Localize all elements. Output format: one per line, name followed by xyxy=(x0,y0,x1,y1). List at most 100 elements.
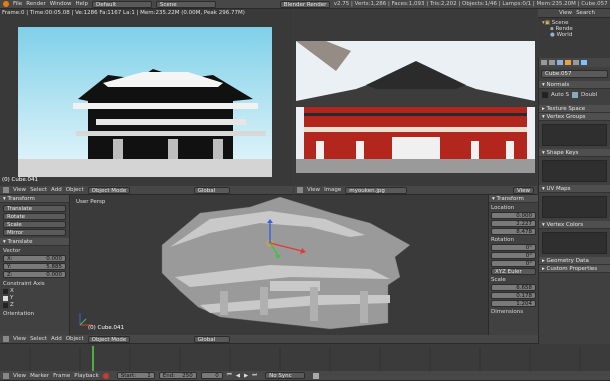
location-z-field[interactable]: 8.478 xyxy=(491,228,536,235)
layout-selector[interactable]: Default xyxy=(92,0,152,8)
menu-view[interactable]: View xyxy=(13,336,26,342)
location-y-field[interactable]: 2.227 xyxy=(491,220,536,227)
normals-panel-header[interactable]: ▾ Normals xyxy=(539,81,610,89)
end-frame-field[interactable]: End: 250 xyxy=(158,372,197,379)
rotate-button[interactable]: Rotate xyxy=(3,213,66,220)
vertex-colors-panel-header[interactable]: ▾ Vertex Colors xyxy=(539,221,610,229)
menu-view[interactable]: View xyxy=(13,373,26,379)
menu-playback[interactable]: Playback xyxy=(74,373,99,379)
menu-add[interactable]: Add xyxy=(51,336,62,342)
scale-x-field[interactable]: 6.658 xyxy=(491,284,536,291)
menu-marker[interactable]: Marker xyxy=(30,373,49,379)
uv-maps-list[interactable] xyxy=(542,196,607,218)
editor-type-icon[interactable] xyxy=(3,187,9,193)
mode-selector[interactable]: Object Mode xyxy=(87,186,130,194)
jump-start-icon[interactable]: ⏮ xyxy=(227,372,232,379)
scene-tab-icon[interactable] xyxy=(549,60,555,65)
image-name-field[interactable]: myouken.jpg xyxy=(345,186,408,194)
menu-window[interactable]: Window xyxy=(50,1,72,7)
menu-frame[interactable]: Frame xyxy=(53,373,70,379)
vertex-groups-panel-header[interactable]: ▾ Vertex Groups xyxy=(539,113,610,121)
menu-view[interactable]: View xyxy=(307,187,320,193)
orientation-selector[interactable]: Global xyxy=(193,186,230,194)
object-tab-icon[interactable] xyxy=(565,60,571,65)
scale-label: Scale xyxy=(491,277,506,283)
checkbox[interactable] xyxy=(3,288,8,294)
outliner-view-menu[interactable]: View xyxy=(559,10,572,16)
shape-keys-panel-header[interactable]: ▾ Shape Keys xyxy=(539,149,610,157)
menu-select[interactable]: Select xyxy=(30,187,47,193)
view-selector[interactable]: View xyxy=(512,186,534,194)
keying-set-icon[interactable] xyxy=(313,372,320,379)
vertex-colors-list[interactable] xyxy=(542,232,607,254)
vector-z-field[interactable]: Z: 0.000 xyxy=(3,271,66,278)
location-x-field[interactable]: 0.000 xyxy=(491,212,536,219)
scene-selector[interactable]: Scene xyxy=(155,0,216,8)
object-name-field[interactable]: Cube.057 xyxy=(541,70,608,78)
play-icon[interactable]: ▶ xyxy=(244,373,248,379)
geometry-data-panel-header[interactable]: ▸ Geometry Data xyxy=(539,257,610,265)
rotation-mode-selector[interactable]: XYZ Euler xyxy=(491,268,536,275)
temple-model[interactable] xyxy=(70,195,488,335)
menu-file[interactable]: File xyxy=(13,1,22,7)
menu-help[interactable]: Help xyxy=(75,1,88,7)
scale-z-field[interactable]: 1.204 xyxy=(491,300,536,307)
double-sided-checkbox[interactable] xyxy=(572,92,579,98)
editor-type-icon[interactable] xyxy=(3,372,9,379)
n-transform-panel-header[interactable]: ▾ Transform xyxy=(489,195,538,203)
editor-type-icon[interactable] xyxy=(297,187,303,193)
outliner-search-menu[interactable]: Search xyxy=(576,10,595,16)
scale-button[interactable]: Scale xyxy=(3,221,66,228)
uv-maps-panel-header[interactable]: ▾ UV Maps xyxy=(539,185,610,193)
blender-logo-icon[interactable] xyxy=(3,1,9,7)
3d-viewport[interactable]: User Persp (0) Cube.041 xyxy=(70,195,488,335)
render-tab-icon[interactable] xyxy=(541,60,547,65)
modifier-tab-icon[interactable] xyxy=(573,60,579,65)
sync-selector[interactable]: No Sync xyxy=(265,372,306,379)
current-frame-field[interactable]: 0 xyxy=(200,372,223,379)
data-tab-icon[interactable] xyxy=(581,60,587,65)
record-icon[interactable] xyxy=(102,372,109,379)
menu-add[interactable]: Add xyxy=(51,187,62,193)
scale-y-field[interactable]: 0.178 xyxy=(491,292,536,299)
render-view[interactable]: Frame:0 | Time:00:05.08 | Ve:1286 Fa:116… xyxy=(0,9,293,186)
menu-render[interactable]: Render xyxy=(26,1,46,7)
editor-type-icon[interactable] xyxy=(3,336,9,342)
mode-selector[interactable]: Object Mode xyxy=(87,335,130,343)
shape-keys-list[interactable] xyxy=(542,160,607,182)
rotation-x-field[interactable]: 0° xyxy=(491,244,536,251)
play-reverse-icon[interactable]: ◀ xyxy=(236,373,240,379)
menu-view[interactable]: View xyxy=(13,187,26,193)
timeline-ruler[interactable] xyxy=(0,344,610,371)
custom-properties-panel-header[interactable]: ▸ Custom Properties xyxy=(539,265,610,273)
world-tab-icon[interactable] xyxy=(557,60,563,65)
menu-select[interactable]: Select xyxy=(30,336,47,342)
checkbox-checked[interactable] xyxy=(3,295,8,301)
rotation-z-field[interactable]: 0° xyxy=(491,260,536,267)
orientation-selector[interactable]: Global xyxy=(193,335,230,343)
vertex-groups-list[interactable] xyxy=(542,124,607,146)
constraint-z-row[interactable]: Z xyxy=(3,302,66,308)
constraint-x-row[interactable]: X xyxy=(3,288,66,294)
menu-image[interactable]: Image xyxy=(324,187,341,193)
outliner-item[interactable]: ● World xyxy=(542,32,606,38)
transform-panel-header[interactable]: ▾ Transform xyxy=(0,195,69,203)
constraint-y-row[interactable]: Y xyxy=(3,295,66,301)
menu-object[interactable]: Object xyxy=(66,187,84,193)
auto-smooth-checkbox[interactable] xyxy=(542,92,548,98)
rotation-y-field[interactable]: 0° xyxy=(491,252,536,259)
texture-space-panel-header[interactable]: ▸ Texture Space xyxy=(539,105,610,113)
checkbox[interactable] xyxy=(3,302,8,308)
mirror-button[interactable]: Mirror xyxy=(3,229,66,236)
menu-object[interactable]: Object xyxy=(66,336,84,342)
vector-x-field[interactable]: X: 0.000 xyxy=(3,255,66,262)
vector-y-field[interactable]: Y: 5.885 xyxy=(3,263,66,270)
timeline-area[interactable] xyxy=(0,344,610,371)
start-frame-field[interactable]: Start: 1 xyxy=(116,372,155,379)
jump-end-icon[interactable]: ⏭ xyxy=(252,372,257,379)
image-editor[interactable] xyxy=(294,9,537,186)
render-engine-selector[interactable]: Blender Render xyxy=(279,0,330,8)
properties-tabs xyxy=(539,58,610,67)
translate-button[interactable]: Translate xyxy=(3,205,66,212)
operator-panel-header[interactable]: ▾ Translate xyxy=(0,238,69,246)
